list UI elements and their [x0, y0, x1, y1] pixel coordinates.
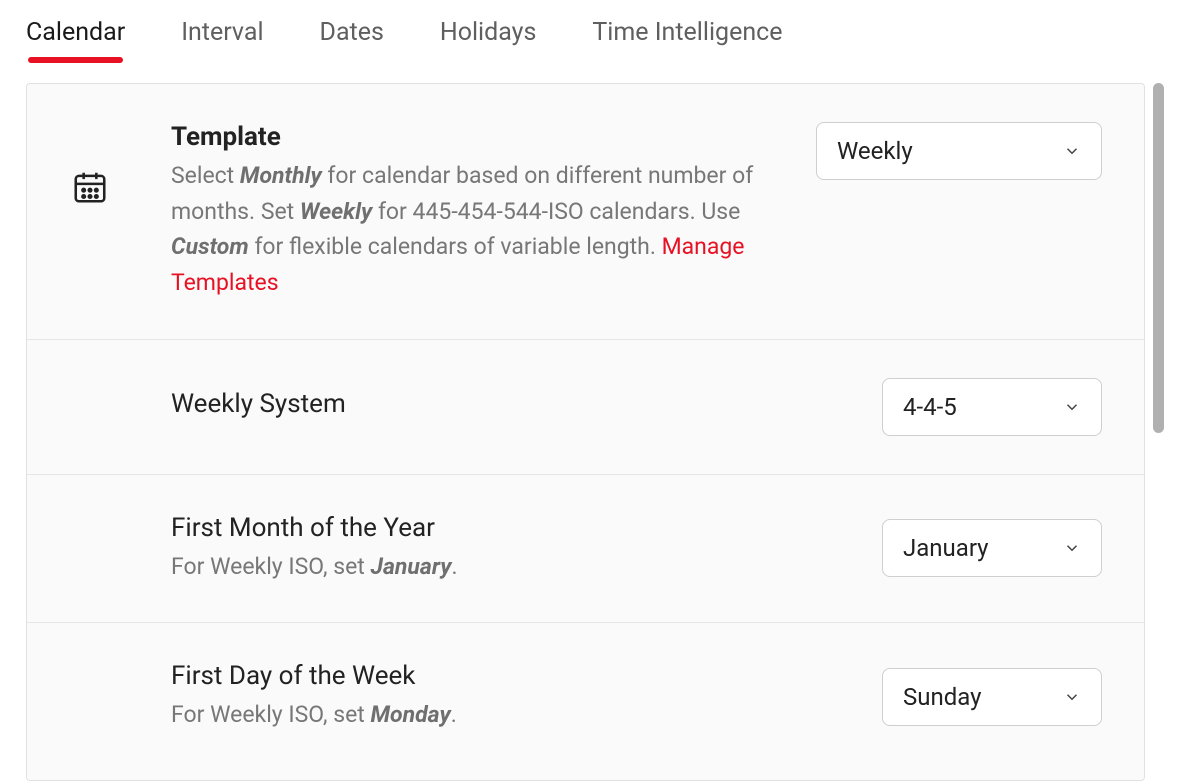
- first-month-title: First Month of the Year: [171, 513, 842, 543]
- first-month-description: For Weekly ISO, set January.: [171, 549, 842, 585]
- chevron-down-icon: [1063, 688, 1081, 706]
- first-month-select[interactable]: January: [882, 519, 1102, 577]
- template-select-value: Weekly: [837, 137, 913, 165]
- tab-time-intelligence[interactable]: Time Intelligence: [592, 18, 782, 59]
- weekly-system-select-value: 4-4-5: [903, 393, 957, 421]
- chevron-down-icon: [1063, 398, 1081, 416]
- weekly-system-select[interactable]: 4-4-5: [882, 378, 1102, 436]
- tab-dates[interactable]: Dates: [320, 18, 384, 59]
- first-day-title: First Day of the Week: [171, 661, 842, 691]
- tab-calendar[interactable]: Calendar: [26, 18, 125, 59]
- chevron-down-icon: [1063, 142, 1081, 160]
- weekly-system-title: Weekly System: [171, 389, 842, 419]
- tab-holidays[interactable]: Holidays: [440, 18, 537, 59]
- chevron-down-icon: [1063, 539, 1081, 557]
- scrollbar-thumb[interactable]: [1153, 83, 1164, 433]
- tab-interval[interactable]: Interval: [181, 18, 263, 59]
- calendar-icon: [71, 168, 109, 206]
- panel-scrollbar[interactable]: [1153, 83, 1164, 781]
- row-first-day: First Day of the Week For Weekly ISO, se…: [27, 623, 1144, 771]
- first-day-select-value: Sunday: [903, 683, 982, 711]
- template-select[interactable]: Weekly: [816, 122, 1102, 180]
- tabs-bar: Calendar Interval Dates Holidays Time In…: [0, 0, 1190, 59]
- settings-panel: Template Select Monthly for calendar bas…: [26, 83, 1145, 781]
- first-month-select-value: January: [903, 534, 989, 562]
- row-template: Template Select Monthly for calendar bas…: [27, 84, 1144, 340]
- row-weekly-system: Weekly System 4-4-5: [27, 340, 1144, 475]
- template-title: Template: [171, 122, 776, 152]
- template-description: Select Monthly for calendar based on dif…: [171, 158, 776, 301]
- first-day-description: For Weekly ISO, set Monday.: [171, 697, 842, 733]
- first-day-select[interactable]: Sunday: [882, 668, 1102, 726]
- row-first-month: First Month of the Year For Weekly ISO, …: [27, 475, 1144, 624]
